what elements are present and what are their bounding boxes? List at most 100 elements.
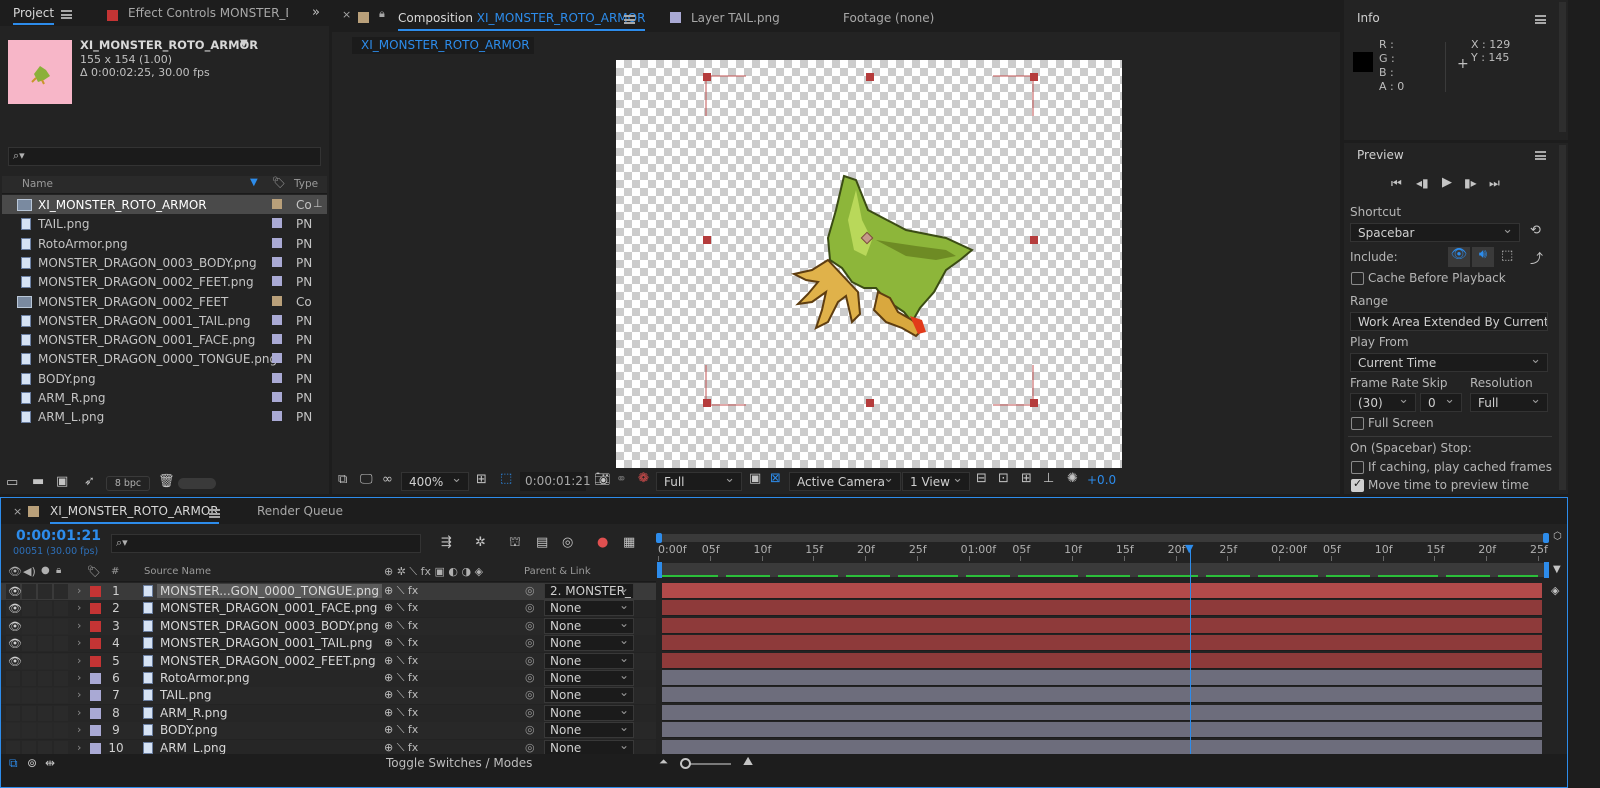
transform-handle-tr[interactable] xyxy=(1030,73,1038,81)
comp-menu-icon[interactable] xyxy=(624,15,635,24)
transform-handle-mr[interactable] xyxy=(1030,236,1038,244)
preview-resolution-dropdown[interactable]: Full xyxy=(1470,393,1548,412)
tab-footage[interactable]: Footage (none) xyxy=(843,11,934,25)
layer-label-color[interactable] xyxy=(90,742,101,754)
preview-scrollbar[interactable] xyxy=(1559,145,1566,490)
vr-icon[interactable]: ∞ xyxy=(382,472,393,487)
fast-preview-icon[interactable]: ⊡ xyxy=(998,471,1009,486)
audio-switch[interactable] xyxy=(22,671,36,686)
layer-label-color[interactable] xyxy=(90,725,101,737)
pick-whip-icon[interactable]: ◎ xyxy=(525,619,535,632)
expand-chevron-icon[interactable]: › xyxy=(77,636,81,649)
include-video-icon[interactable]: 👁︎ xyxy=(1448,247,1470,267)
expand-chevron-icon[interactable]: › xyxy=(77,723,81,736)
timeline-layer-row[interactable]: › 9 BODY.png ⊕ ⟍ fx ◎ None xyxy=(1,722,656,740)
layer-source-name[interactable]: MONSTER_DRAGON_0001_FACE.png xyxy=(160,601,377,615)
parent-dropdown[interactable]: None xyxy=(544,722,634,739)
range-dropdown[interactable]: Work Area Extended By Current... xyxy=(1350,312,1548,331)
zoom-slider-knob[interactable] xyxy=(680,758,691,769)
layer-source-name[interactable]: BODY.png xyxy=(160,723,218,737)
timeline-layer-row[interactable]: › 6 RotoArmor.png ⊕ ⟍ fx ◎ None xyxy=(1,670,656,687)
eye-icon[interactable]: 👁︎ xyxy=(8,620,22,633)
current-time[interactable]: 0:00:01:21 xyxy=(16,528,101,544)
solo-switch[interactable] xyxy=(38,653,52,669)
always-preview-icon[interactable]: ⧉ xyxy=(338,472,347,487)
project-item[interactable]: MONSTER_DRAGON_0002_FEET.png PN xyxy=(2,272,327,291)
view-layout-dropdown[interactable]: 1 View xyxy=(902,472,970,491)
lock-switch[interactable] xyxy=(54,584,68,599)
eye-icon[interactable]: 👁︎ xyxy=(8,602,22,615)
tab-project[interactable]: Project xyxy=(13,6,55,25)
timeline-layer-row[interactable]: 👁︎ › 4 MONSTER_DRAGON_0001_TAIL.png ⊕ ⟍ fx ◎ N… xyxy=(1,635,656,653)
layer-label-color[interactable] xyxy=(90,620,101,632)
label-color-swatch[interactable] xyxy=(272,276,282,287)
label-color-swatch[interactable] xyxy=(272,295,282,306)
snapshot-icon[interactable]: 📷︎ xyxy=(594,472,611,487)
tab-composition[interactable]: Composition XI_MONSTER_ROTO_ARMOR xyxy=(398,11,646,31)
eye-icon[interactable]: 👁︎ xyxy=(8,585,22,598)
expand-chevron-icon[interactable]: › xyxy=(77,671,81,684)
layer-label-color[interactable] xyxy=(90,655,101,667)
playhead[interactable] xyxy=(1190,546,1191,754)
layer-scroll-icon[interactable]: ◈ xyxy=(1551,584,1559,597)
layer-source-name[interactable]: ARM_L.png xyxy=(160,741,226,755)
layer-switches-icons[interactable]: ⊕ ⟍ fx xyxy=(384,619,418,633)
project-item[interactable]: MONSTER_DRAGON_0000_TONGUE.png PN xyxy=(2,349,327,368)
label-color-swatch[interactable] xyxy=(272,334,282,345)
pick-whip-icon[interactable]: ◎ xyxy=(525,671,535,684)
close-tab-icon[interactable]: × xyxy=(342,8,351,21)
expand-chevron-icon[interactable]: › xyxy=(77,688,81,701)
transform-handle-ml[interactable] xyxy=(703,236,711,244)
label-color-swatch[interactable] xyxy=(272,411,282,422)
lock-switch[interactable] xyxy=(54,705,68,721)
eye-icon[interactable]: 👁︎ xyxy=(8,637,22,650)
lock-switch[interactable] xyxy=(54,671,68,686)
audio-switch[interactable] xyxy=(22,688,36,704)
reset-icon[interactable]: ⟲ xyxy=(1530,223,1541,238)
comp-button-icon[interactable]: ▼ xyxy=(1553,564,1561,575)
in-out-toggle-icon[interactable]: ⇹ xyxy=(45,756,55,770)
label-color-swatch[interactable] xyxy=(272,218,282,229)
layer-switches-icons[interactable]: ⊕ ⟍ fx xyxy=(384,706,418,720)
full-screen-checkbox[interactable] xyxy=(1351,417,1364,430)
skip-dropdown[interactable]: 0 xyxy=(1420,393,1462,412)
first-frame-icon[interactable]: ⏮︎ xyxy=(1391,176,1402,191)
parent-dropdown[interactable]: None xyxy=(544,687,634,704)
transparency-grid-icon[interactable]: ⊠ xyxy=(770,471,781,486)
layer-duration-bar[interactable] xyxy=(662,670,1542,686)
show-snapshot-icon[interactable]: ⚭ xyxy=(616,472,627,487)
label-color-swatch[interactable] xyxy=(272,392,282,402)
parent-dropdown[interactable]: None xyxy=(544,652,634,669)
layer-label-color[interactable] xyxy=(90,603,101,615)
col-name[interactable]: Name xyxy=(22,178,53,190)
comp-canvas[interactable] xyxy=(616,60,1122,468)
project-menu-icon[interactable] xyxy=(61,10,72,19)
tab-layer[interactable]: Layer TAIL.png xyxy=(691,11,780,25)
timeline-layer-row[interactable]: 👁︎ › 2 MONSTER_DRAGON_0001_FACE.png ⊕ ⟍ fx ◎ N… xyxy=(1,600,656,618)
pick-whip-icon[interactable]: ◎ xyxy=(525,723,535,736)
work-area-bar-start[interactable] xyxy=(657,562,662,578)
layer-source-name[interactable]: TAIL.png xyxy=(160,688,212,702)
label-tag-icon[interactable]: 🏷︎ xyxy=(272,176,286,189)
tab-effect-controls[interactable]: Effect Controls MONSTER_DRAG xyxy=(128,6,288,20)
solo-switch[interactable] xyxy=(38,584,52,599)
expand-chevron-icon[interactable]: › xyxy=(77,601,81,614)
brainstorm-icon[interactable]: ▦ xyxy=(623,535,635,550)
timeline-layer-row[interactable]: 👁︎ › 3 MONSTER_DRAGON_0003_BODY.png ⊕ ⟍ fx ◎ N… xyxy=(1,617,656,635)
work-area-left-handle[interactable] xyxy=(656,533,662,543)
layer-source-name[interactable]: ARM_R.png xyxy=(160,706,227,720)
solo-switch[interactable] xyxy=(38,618,52,634)
timeline-scroll-up-icon[interactable]: ⬡ xyxy=(1553,531,1562,542)
expand-chevron-icon[interactable]: › xyxy=(77,654,81,667)
layer-label-color[interactable] xyxy=(90,638,101,650)
interpret-footage-icon[interactable]: ▭ xyxy=(6,475,18,490)
timeline-icon[interactable]: ⊞ xyxy=(1021,471,1032,486)
layer-switches-icons[interactable]: ⊕ ⟍ fx xyxy=(384,688,418,702)
expand-chevron-icon[interactable]: › xyxy=(77,706,81,719)
frame-blending-icon[interactable]: ▤ xyxy=(536,535,548,550)
include-audio-icon[interactable]: 🔊︎ xyxy=(1472,247,1494,267)
cache-checkbox[interactable] xyxy=(1351,272,1364,285)
layer-switches-icons[interactable]: ⊕ ⟍ fx xyxy=(384,636,418,650)
timeline-layer-row[interactable]: › 8 ARM_R.png ⊕ ⟍ fx ◎ None xyxy=(1,704,656,722)
label-color-swatch[interactable] xyxy=(272,314,282,325)
